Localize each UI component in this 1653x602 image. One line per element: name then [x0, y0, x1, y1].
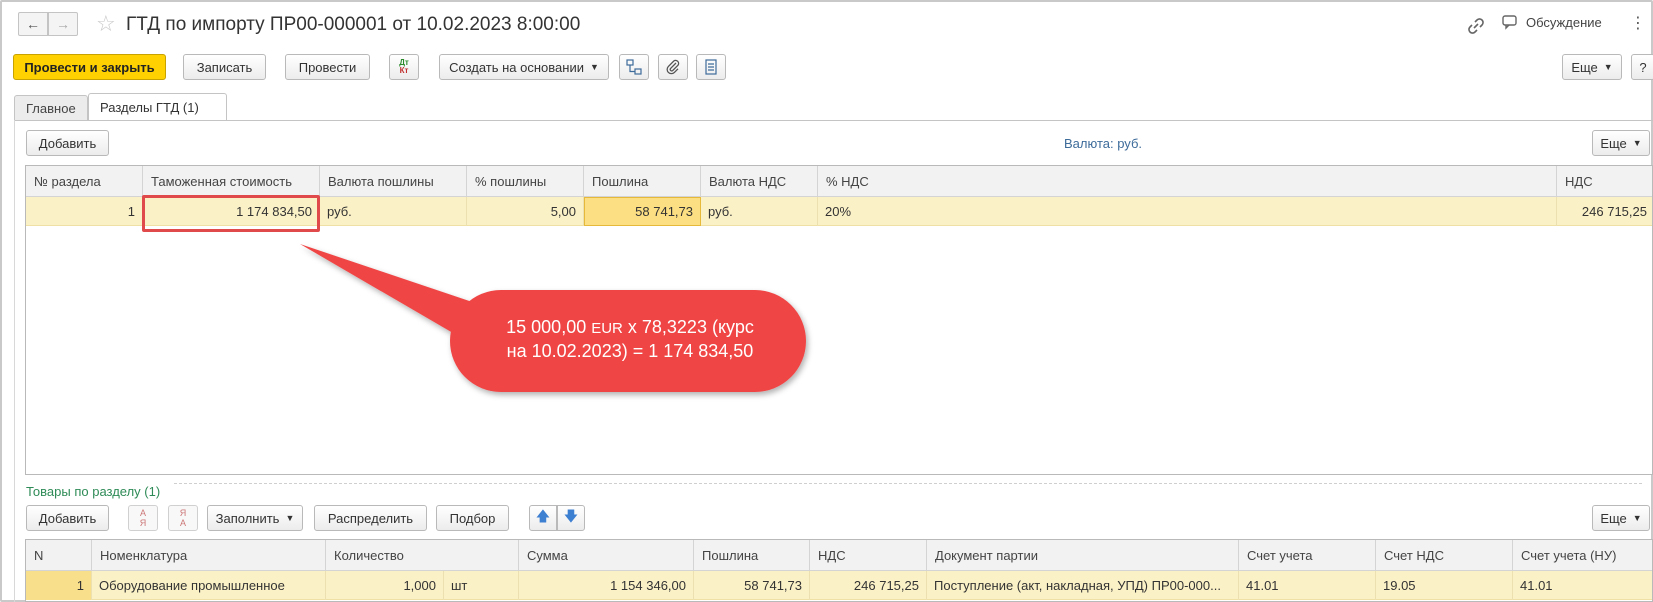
report-button[interactable]	[696, 54, 726, 80]
dt-kt-icon: Дт Кт	[399, 58, 409, 75]
col-vat[interactable]: НДС	[810, 540, 927, 571]
add-section-button[interactable]: Добавить	[26, 130, 109, 156]
col-vat[interactable]: НДС	[1557, 166, 1652, 197]
fill-button[interactable]: Заполнить ▼	[207, 505, 303, 531]
col-qty[interactable]: Количество	[326, 540, 519, 571]
chevron-down-icon: ▼	[285, 513, 295, 523]
more-label: Еще	[1571, 59, 1598, 75]
col-account[interactable]: Счет учета	[1239, 540, 1376, 571]
annotation-highlight-box	[142, 195, 320, 232]
hierarchy-icon	[626, 59, 642, 75]
document-list-icon	[705, 59, 717, 75]
goods-more-button[interactable]: Еще ▼	[1592, 505, 1650, 531]
create-based-on-label: Создать на основании	[449, 59, 584, 75]
cell-qty[interactable]: 1,000	[326, 571, 444, 600]
col-item[interactable]: Номенклатура	[92, 540, 326, 571]
cell-item[interactable]: Оборудование промышленное	[92, 571, 326, 600]
help-button[interactable]: ?	[1631, 54, 1653, 80]
col-batch-doc[interactable]: Документ партии	[927, 540, 1239, 571]
tab-divider	[14, 120, 1653, 121]
cell-tax-account[interactable]: 41.01	[1513, 571, 1652, 600]
chevron-down-icon: ▼	[1632, 138, 1642, 148]
link-icon[interactable]	[1466, 16, 1486, 36]
fill-label: Заполнить	[215, 510, 280, 526]
cell-duty[interactable]: 58 741,73	[694, 571, 810, 600]
title-bar: ← → ☆ ГТД по импорту ПР00-000001 от 10.0…	[12, 8, 1646, 38]
back-arrow-icon[interactable]: ←	[18, 12, 48, 36]
col-sum[interactable]: Сумма	[519, 540, 694, 571]
sections-more-label: Еще	[1600, 135, 1627, 151]
cell-batch-doc[interactable]: Поступление (акт, накладная, УПД) ПР00-0…	[927, 571, 1239, 600]
add-goods-button[interactable]: Добавить	[26, 505, 109, 531]
move-up-arrow-icon[interactable]: 🡅	[529, 505, 557, 531]
cell-vat-account[interactable]: 19.05	[1376, 571, 1513, 600]
table-row[interactable]: 1 Оборудование промышленное 1,000 шт 1 1…	[26, 571, 1652, 600]
cell-duty[interactable]: 58 741,73	[584, 197, 701, 226]
goods-more-label: Еще	[1600, 510, 1627, 526]
cell-duty-currency[interactable]: руб.	[320, 197, 467, 226]
col-customs-value[interactable]: Таможенная стоимость	[143, 166, 320, 197]
cell-account[interactable]: 41.01	[1239, 571, 1376, 600]
col-duty[interactable]: Пошлина	[584, 166, 701, 197]
post-button[interactable]: Провести	[285, 54, 370, 80]
goods-table: N Номенклатура Количество Сумма Пошлина …	[25, 539, 1653, 602]
sort-ascending-icon[interactable]: АЯ	[128, 505, 158, 531]
cell-duty-percent[interactable]: 5,00	[467, 197, 584, 226]
currency-info: Валюта: руб.	[1064, 136, 1142, 151]
dt-kt-button[interactable]: Дт Кт	[389, 54, 419, 80]
favorite-star-icon[interactable]: ☆	[96, 10, 116, 38]
col-n[interactable]: N	[26, 540, 92, 571]
create-based-on-button[interactable]: Создать на основании ▼	[439, 54, 609, 80]
col-tax-account[interactable]: Счет учета (НУ)	[1513, 540, 1652, 571]
structure-button[interactable]	[619, 54, 649, 80]
sections-table-header: № раздела Таможенная стоимость Валюта по…	[26, 166, 1652, 197]
col-vat-currency[interactable]: Валюта НДС	[701, 166, 818, 197]
distribute-button[interactable]: Распределить	[314, 505, 427, 531]
more-vertical-icon[interactable]: ⋮	[1630, 14, 1646, 34]
callout-text: 15 000,00 EUR х 78,3223 (курс на 10.02.2…	[460, 316, 800, 363]
cell-sum[interactable]: 1 154 346,00	[519, 571, 694, 600]
col-duty-percent[interactable]: % пошлины	[467, 166, 584, 197]
attach-button[interactable]	[658, 54, 688, 80]
save-button[interactable]: Записать	[183, 54, 266, 80]
cell-n[interactable]: 1	[26, 571, 92, 600]
callout-line-2: на 10.02.2023) = 1 174 834,50	[506, 341, 754, 361]
move-down-arrow-icon[interactable]: 🡇	[557, 505, 585, 531]
paperclip-icon	[666, 59, 680, 75]
col-vat-percent[interactable]: % НДС	[818, 166, 1557, 197]
chevron-down-icon: ▼	[589, 62, 599, 72]
goods-section-title: Товары по разделу (1)	[26, 484, 161, 499]
tab-main[interactable]: Главное	[14, 95, 88, 121]
select-button[interactable]: Подбор	[436, 505, 509, 531]
col-vat-account[interactable]: Счет НДС	[1376, 540, 1513, 571]
forward-arrow-icon[interactable]: →	[48, 12, 78, 36]
section-divider	[174, 483, 1642, 484]
callout-line-1: 15 000,00 EUR х 78,3223 (курс	[506, 317, 754, 337]
panel-border	[14, 120, 15, 602]
more-button[interactable]: Еще ▼	[1562, 54, 1622, 80]
document-title: ГТД по импорту ПР00-000001 от 10.02.2023…	[126, 14, 581, 35]
tab-gtd-sections[interactable]: Разделы ГТД (1)	[88, 93, 227, 121]
cell-vat[interactable]: 246 715,25	[810, 571, 927, 600]
col-duty[interactable]: Пошлина	[694, 540, 810, 571]
cell-vat-percent[interactable]: 20%	[818, 197, 1557, 226]
post-and-close-button[interactable]: Провести и закрыть	[13, 54, 166, 80]
cell-vat[interactable]: 246 715,25	[1557, 197, 1652, 226]
col-section-no[interactable]: № раздела	[26, 166, 143, 197]
cell-vat-currency[interactable]: руб.	[701, 197, 818, 226]
sort-descending-icon[interactable]: ЯА	[168, 505, 198, 531]
chat-icon	[1502, 15, 1517, 30]
goods-table-header: N Номенклатура Количество Сумма Пошлина …	[26, 540, 1652, 571]
cell-unit[interactable]: шт	[444, 571, 519, 600]
discussion-label: Обсуждение	[1526, 14, 1602, 30]
discussion-button[interactable]: Обсуждение	[1502, 14, 1602, 30]
cell-section-no[interactable]: 1	[26, 197, 143, 226]
chevron-down-icon: ▼	[1632, 513, 1642, 523]
chevron-down-icon: ▼	[1603, 62, 1613, 72]
sections-more-button[interactable]: Еще ▼	[1592, 130, 1650, 156]
col-duty-currency[interactable]: Валюта пошлины	[320, 166, 467, 197]
